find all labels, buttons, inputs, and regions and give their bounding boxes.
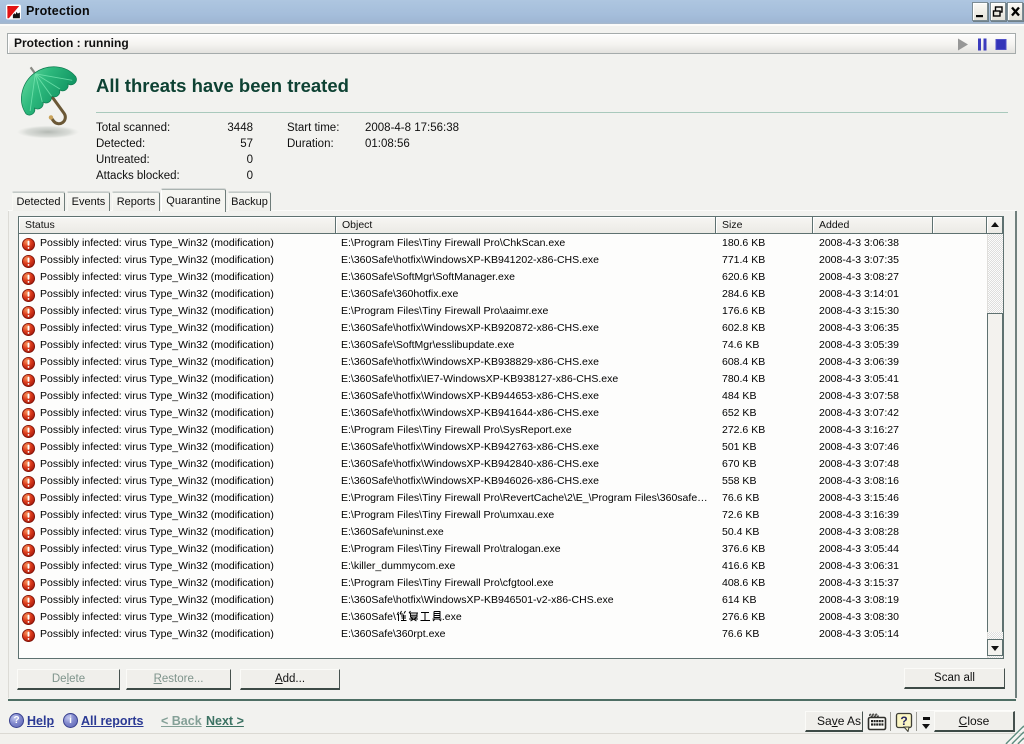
svg-text:?: ? <box>900 714 907 728</box>
